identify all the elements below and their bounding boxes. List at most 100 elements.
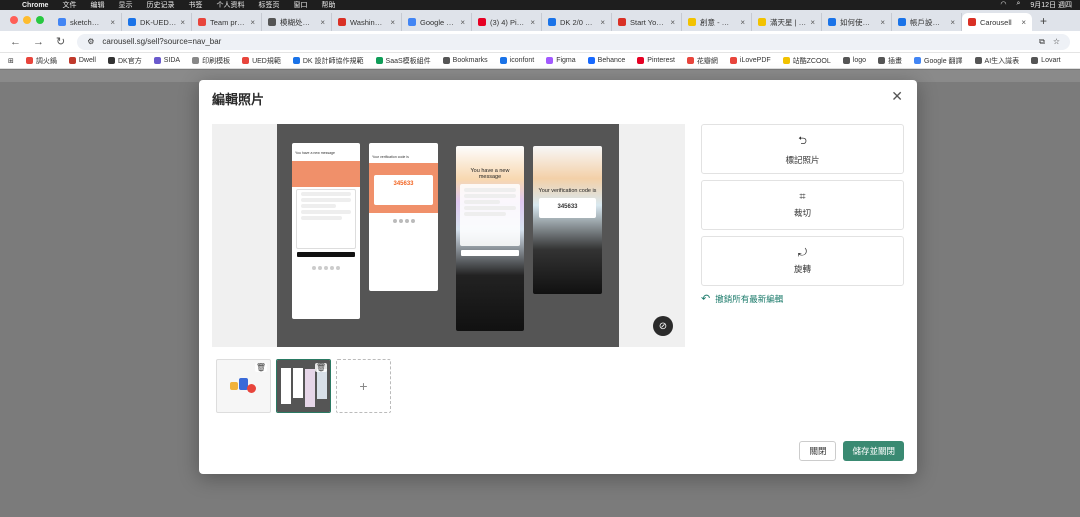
menu-item-tab[interactable]: 标签页 [258, 0, 279, 10]
mark-photo-button[interactable]: ⮌ 標記照片 [701, 124, 904, 174]
bookmark-item[interactable]: logo [842, 56, 866, 66]
thumbnail-1[interactable]: 🗑 [216, 359, 271, 413]
bookmark-item[interactable]: DK官方 [108, 56, 142, 66]
thumbnail-2[interactable]: 🗑 [276, 359, 331, 413]
bookmark-item[interactable]: SaaS模板組件 [375, 56, 431, 66]
tab-close-icon[interactable]: × [950, 18, 955, 27]
reload-icon[interactable]: ↻ [56, 35, 65, 48]
tab-close-icon[interactable]: × [250, 18, 255, 27]
menu-item-bookmarks[interactable]: 书签 [188, 0, 202, 10]
forward-arrow-icon[interactable]: → [33, 36, 44, 48]
browser-tab-strip: sketch如何...×DK-UED设计...×Team project×模糊处… [0, 10, 1080, 31]
bookmark-item[interactable]: DK 設計師協作規範 [292, 56, 364, 66]
address-url[interactable]: carousell.sg/sell?source=nav_bar [102, 37, 1031, 46]
address-bar[interactable]: ⚙ carousell.sg/sell?source=nav_bar ⧉ ☆ [77, 33, 1070, 50]
bookmark-item[interactable]: Figma [546, 56, 576, 66]
browser-tab[interactable]: DK 2/0 接口... × [542, 13, 612, 31]
tab-close-icon[interactable]: × [1021, 18, 1026, 27]
tab-close-icon[interactable]: × [880, 18, 885, 27]
tab-close-icon[interactable]: × [320, 18, 325, 27]
tab-favicon-icon [758, 18, 766, 26]
close-window-button[interactable] [10, 16, 18, 24]
wifi-icon[interactable]: ◠ [1000, 0, 1006, 10]
browser-tab[interactable]: Team project × [192, 13, 262, 31]
bookmark-favicon-icon [842, 57, 850, 64]
rotate-icon: ⤾ [797, 247, 808, 259]
browser-tab[interactable]: Carousell × [962, 13, 1032, 31]
menu-item-profiles[interactable]: 个人资料 [216, 0, 244, 10]
bookmark-favicon-icon [686, 57, 694, 64]
rotate-button[interactable]: ⤾ 旋轉 [701, 236, 904, 286]
tab-close-icon[interactable]: × [600, 18, 605, 27]
minimize-window-button[interactable] [23, 16, 31, 24]
menu-item-view[interactable]: 显示 [118, 0, 132, 10]
browser-tab[interactable]: Google 翻譯 × [402, 13, 472, 31]
tab-close-icon[interactable]: × [180, 18, 185, 27]
bookmark-favicon-icon [68, 57, 76, 64]
bookmark-item[interactable]: 花瓣網 [686, 56, 718, 66]
menu-item-window[interactable]: 窗口 [293, 0, 307, 10]
menu-clock[interactable]: 9月12日 週四 [1030, 0, 1072, 10]
reset-edits-link[interactable]: ↶ 撤銷所有最新編輯 [701, 292, 904, 305]
menu-item-edit[interactable]: 编辑 [90, 0, 104, 10]
tab-close-icon[interactable]: × [530, 18, 535, 27]
tab-close-icon[interactable]: × [810, 18, 815, 27]
bookmark-item[interactable]: 插畫 [878, 56, 902, 66]
close-button[interactable]: 關閉 [799, 441, 837, 461]
tab-close-icon[interactable]: × [460, 18, 465, 27]
zoom-window-button[interactable] [36, 16, 44, 24]
tab-close-icon[interactable]: × [740, 18, 745, 27]
add-photo-button[interactable]: + [336, 359, 391, 413]
bookmark-star-icon[interactable]: ☆ [1053, 37, 1060, 46]
bookmark-label: 調火鍋 [35, 57, 57, 65]
tab-list: sketch如何...×DK-UED设计...×Team project×模糊处… [52, 13, 1032, 31]
menu-item-history[interactable]: 历史记录 [146, 0, 174, 10]
bookmark-item[interactable]: 站酷ZCOOL [782, 56, 831, 66]
close-icon[interactable]: ✕ [891, 88, 903, 105]
crop-button[interactable]: ⌗ 裁切 [701, 180, 904, 230]
bookmark-item[interactable]: Pinterest [637, 56, 675, 66]
browser-tab[interactable]: 創意 - 虎小宮× [682, 13, 752, 31]
browser-tab[interactable]: (3) 4) Pinter... × [472, 13, 542, 31]
bookmark-item[interactable]: iLovePDF [729, 56, 771, 66]
bookmark-item[interactable]: Behance [587, 56, 625, 66]
browser-tab[interactable]: 滿天星 | 網... × [752, 13, 822, 31]
bookmark-item[interactable]: SIDA [153, 56, 180, 66]
bookmark-item[interactable]: 調火鍋 [25, 56, 57, 66]
browser-tab[interactable]: Washington × [332, 13, 402, 31]
browser-tab[interactable]: DK-UED设计...× [122, 13, 192, 31]
back-arrow-icon[interactable]: ← [10, 36, 21, 48]
search-icon[interactable]: ⌕ [1016, 0, 1020, 10]
bookmark-item[interactable]: AI生入識表 [974, 56, 1019, 66]
browser-tab[interactable]: 帳戶設定 - 旋... × [892, 13, 962, 31]
menu-item-help[interactable]: 帮助 [321, 0, 335, 10]
menu-app-name[interactable]: Chrome [22, 2, 48, 9]
crop-icon: ⌗ [799, 191, 806, 203]
browser-tab[interactable]: Start Your UI × [612, 13, 682, 31]
site-info-icon[interactable]: ⚙ [87, 37, 94, 46]
menu-item-file[interactable]: 文件 [62, 0, 76, 10]
eye-off-icon[interactable]: ⊘ [653, 316, 673, 336]
bookmark-item[interactable]: Google 翻譯 [914, 56, 963, 66]
tab-close-icon[interactable]: × [110, 18, 115, 27]
bookmark-item[interactable]: UED規範 [242, 56, 281, 66]
apps-grid-icon[interactable]: ⊞ [8, 57, 14, 65]
tab-close-icon[interactable]: × [390, 18, 395, 27]
browser-tab[interactable]: 模糊处理实... × [262, 13, 332, 31]
mockup-text: Your verification code is [372, 155, 409, 159]
bookmark-item[interactable]: Bookmarks [442, 56, 488, 66]
browser-tab[interactable]: sketch如何...× [52, 13, 122, 31]
trash-icon[interactable]: 🗑 [254, 363, 267, 372]
bookmark-item[interactable]: Dwell [68, 56, 96, 66]
trash-icon[interactable]: 🗑 [314, 363, 327, 372]
bookmark-item[interactable]: 印刷模板 [192, 56, 230, 66]
tab-label: DK 2/0 接口... [560, 17, 596, 27]
bookmark-item[interactable]: iconfont [499, 56, 534, 66]
bookmark-item[interactable]: Lovart [1031, 56, 1061, 66]
browser-tab[interactable]: 如何使用設... × [822, 13, 892, 31]
tab-favicon-icon [338, 18, 346, 26]
save-and-close-button[interactable]: 儲存並關閉 [843, 441, 904, 461]
tab-close-icon[interactable]: × [670, 18, 675, 27]
new-tab-button[interactable]: + [1032, 14, 1055, 31]
install-app-icon[interactable]: ⧉ [1039, 37, 1045, 47]
